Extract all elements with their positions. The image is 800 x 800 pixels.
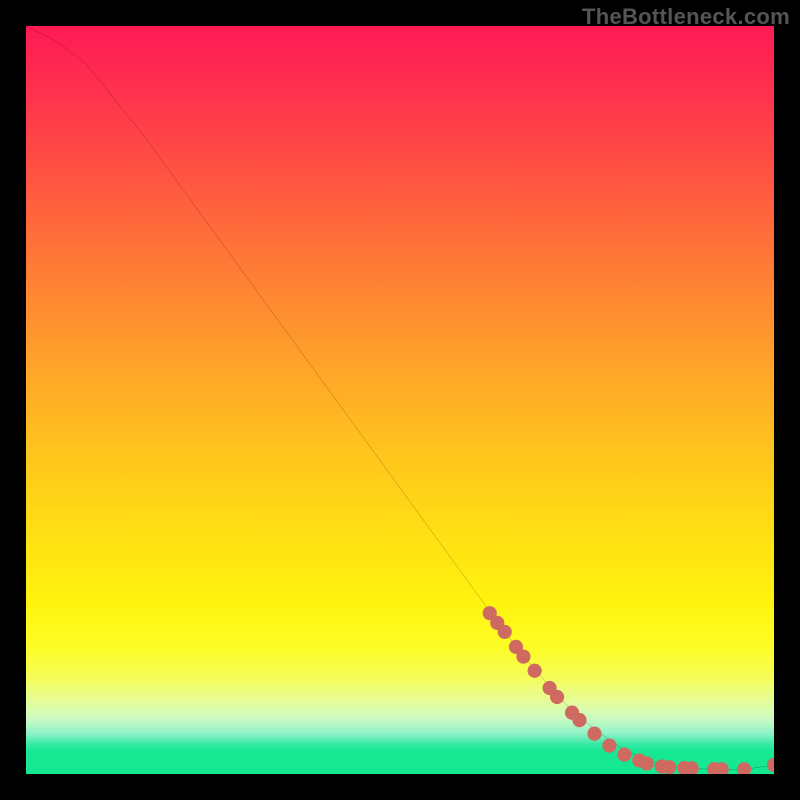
- data-marker: [640, 756, 654, 770]
- data-marker: [602, 738, 616, 752]
- chart-svg: [26, 26, 774, 774]
- data-marker: [737, 762, 751, 774]
- data-marker: [617, 747, 631, 761]
- data-marker: [550, 690, 564, 704]
- markers-group: [483, 606, 774, 774]
- chart-frame: TheBottleneck.com: [0, 0, 800, 800]
- curve-path-group: [26, 26, 774, 770]
- data-marker: [516, 649, 530, 663]
- watermark-text: TheBottleneck.com: [582, 4, 790, 30]
- data-marker: [662, 760, 676, 774]
- data-marker: [767, 758, 774, 772]
- curve-path: [26, 26, 774, 770]
- data-marker: [587, 727, 601, 741]
- data-marker: [498, 625, 512, 639]
- plot-area: [26, 26, 774, 774]
- data-marker: [572, 713, 586, 727]
- data-marker: [528, 664, 542, 678]
